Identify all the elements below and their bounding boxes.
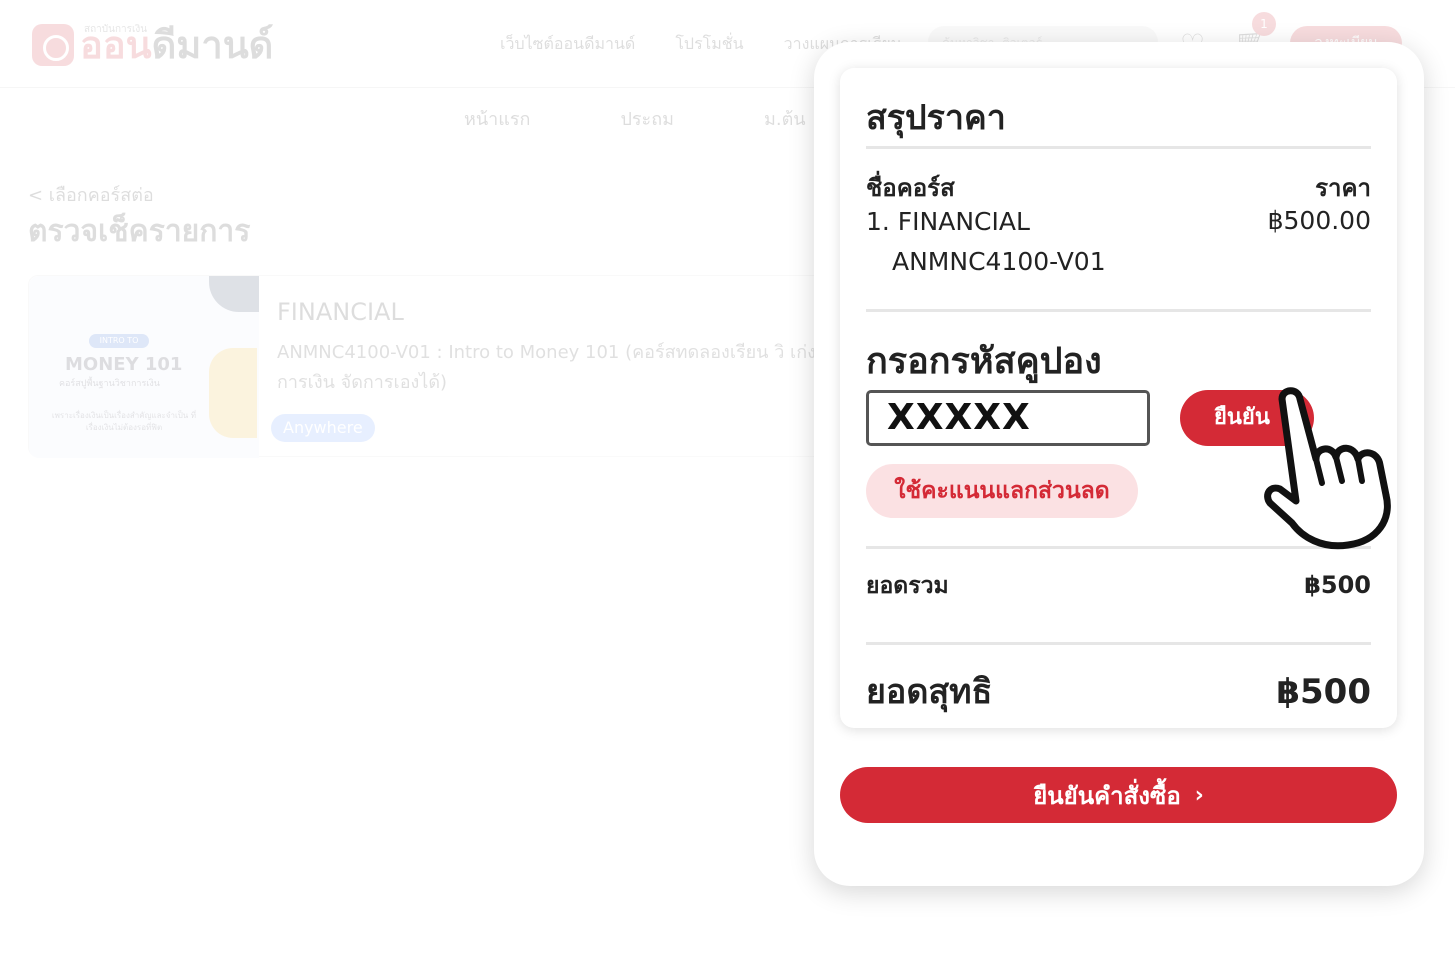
sub-nav: หน้าแรก ประถม ม.ต้น [464, 104, 806, 133]
divider [866, 309, 1371, 312]
subtotal-row: ยอดรวม ฿500 [866, 568, 1371, 604]
item-price: ฿500.00 [1267, 206, 1371, 235]
net-total-label: ยอดสุทธิ [866, 672, 993, 712]
net-total-value: ฿500 [1276, 672, 1371, 712]
course-category: FINANCIAL [277, 298, 404, 326]
divider [866, 146, 1371, 149]
tutor-avatar [209, 276, 259, 312]
course-description: ANMNC4100-V01 : Intro to Money 101 (คอร์… [277, 342, 816, 393]
subnav-primary[interactable]: ประถม [620, 104, 674, 133]
power-logo-icon [32, 24, 74, 66]
subnav-lower-secondary[interactable]: ม.ต้น [764, 104, 806, 133]
redeem-points-button[interactable]: ใช้คะแนนแลกส่วนลด [866, 464, 1138, 518]
order-item: 1. FINANCIAL ANMNC4100-V01 ฿500.00 [866, 202, 1371, 282]
confirm-order-label: ยืนยันคำสั่งซื้อ [1033, 781, 1181, 810]
coupon-code-input[interactable]: XXXXX [866, 390, 1150, 446]
nav-promotion[interactable]: โปรโมชั่น [675, 32, 743, 57]
divider [866, 642, 1371, 645]
subtotal-label: ยอดรวม [866, 573, 949, 599]
course-thumbnail: INTRO TO MONEY 101 คอร์สปูพื้นฐานวิชาการ… [29, 276, 259, 458]
nav-website[interactable]: เว็บไซต์ออนดีมานด์ [500, 32, 635, 57]
course-badge: Anywhere [271, 414, 375, 442]
page-title: ตรวจเช็ครายการ [28, 214, 251, 249]
logo[interactable]: ออนดีมานด์ [32, 24, 273, 66]
cart-count-badge: 1 [1252, 12, 1276, 36]
back-link[interactable]: < เลือกคอร์สต่อ [28, 180, 154, 209]
course-card: INTRO TO MONEY 101 คอร์สปูพื้นฐานวิชาการ… [28, 275, 858, 458]
coupon-title: กรอกรหัสคูปอง [866, 341, 1102, 382]
logo-tagline: สถาบันการเงิน [84, 24, 148, 35]
summary-title: สรุปราคา [866, 98, 1006, 138]
subtotal-value: ฿500 [1304, 571, 1371, 599]
pointing-hand-cursor-icon [1264, 387, 1391, 550]
chevron-right-icon: › [1194, 782, 1204, 808]
confirm-order-button[interactable]: ยืนยันคำสั่งซื้อ › [840, 767, 1397, 823]
subnav-home[interactable]: หน้าแรก [464, 104, 530, 133]
coin-image [209, 348, 257, 438]
net-total-row: ยอดสุทธิ ฿500 [866, 664, 1371, 718]
item-name: 1. FINANCIAL ANMNC4100-V01 [866, 207, 1106, 276]
